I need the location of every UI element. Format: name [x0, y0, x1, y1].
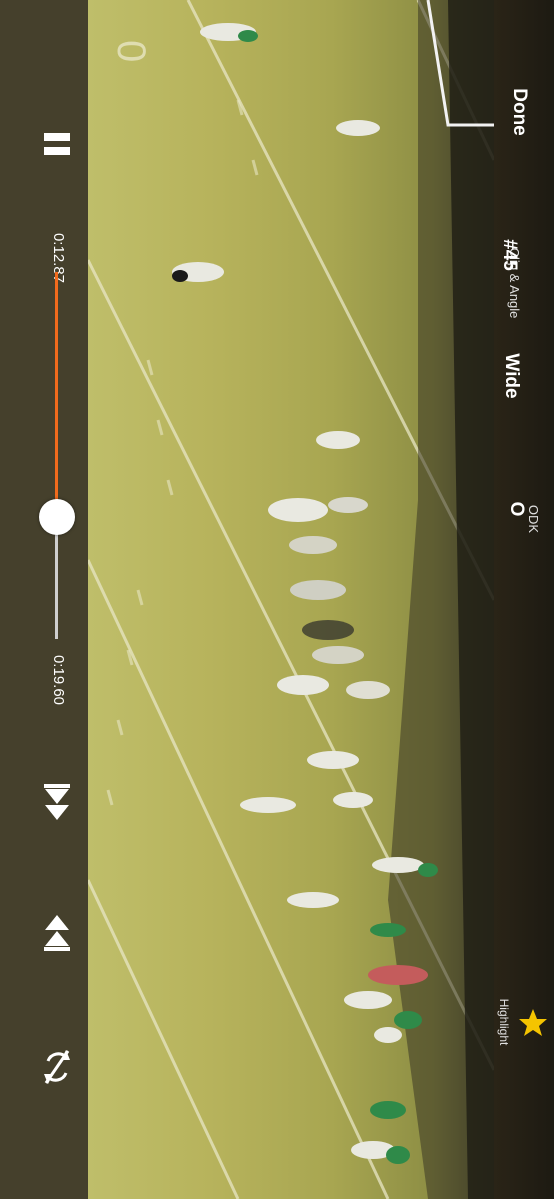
- skip-next-icon: [44, 915, 70, 951]
- angle-value[interactable]: Wide: [500, 350, 522, 402]
- progress-track: [55, 517, 58, 639]
- rotate-lock-icon: [44, 1050, 70, 1084]
- total-time: 0:19.60: [50, 654, 67, 706]
- pause-icon: [44, 133, 70, 155]
- rotate-lock-button[interactable]: [42, 1047, 72, 1087]
- odk-value[interactable]: O: [505, 494, 527, 524]
- svg-text:0: 0: [109, 40, 153, 62]
- video-frame[interactable]: 0: [88, 0, 494, 1199]
- playback-controls-bar: 0:12.87 0:19.60: [0, 0, 88, 1199]
- football-field-image: 0: [88, 0, 494, 1199]
- current-time: 0:12.87: [50, 232, 67, 284]
- star-icon: [519, 1009, 547, 1036]
- odk-label: ODK: [526, 504, 541, 534]
- skip-previous-icon: [44, 784, 70, 820]
- progress-knob[interactable]: [39, 499, 75, 535]
- pause-button[interactable]: [44, 133, 70, 157]
- previous-button[interactable]: [44, 784, 70, 822]
- highlight-button[interactable]: [518, 1008, 548, 1038]
- clip-number[interactable]: #45: [498, 230, 520, 280]
- progress-fill: [55, 272, 58, 517]
- clip-info-bar: Done Clip & Angle #45 Wide ODK O Highlig…: [494, 0, 554, 1199]
- done-button[interactable]: Done: [507, 82, 531, 142]
- highlight-label: Highlight: [497, 998, 511, 1046]
- next-button[interactable]: [44, 913, 70, 951]
